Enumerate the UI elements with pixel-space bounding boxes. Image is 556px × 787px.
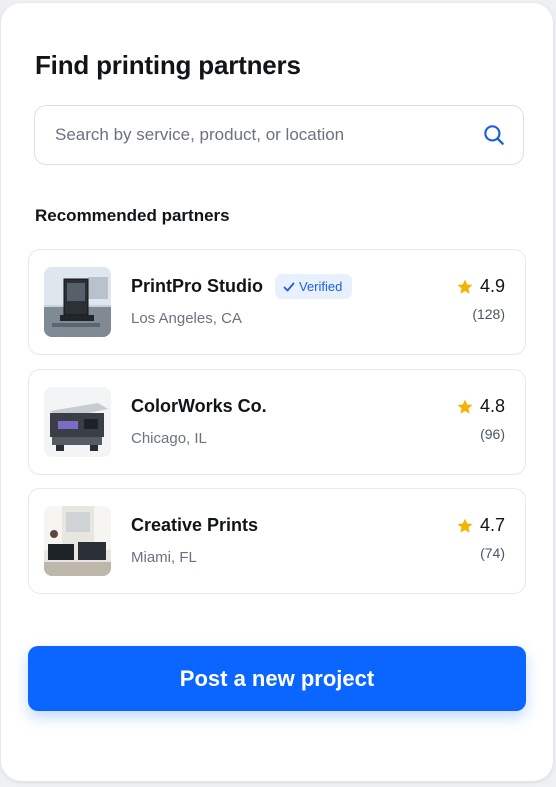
partner-card[interactable]: ColorWorks Co. Chicago, IL 4.8 (96)	[28, 369, 526, 475]
star-icon	[457, 399, 473, 414]
partner-name: Creative Prints	[131, 515, 259, 535]
star-icon	[457, 279, 473, 294]
partner-card[interactable]: Creative Prints Miami, FL 4.7 (74)	[28, 488, 526, 594]
page-title: Find printing partners	[35, 50, 301, 80]
review-count: (128)	[472, 306, 505, 322]
review-count: (74)	[480, 545, 505, 561]
verified-badge: Verified	[275, 274, 353, 299]
inkjet-printer-image	[44, 387, 111, 457]
partner-card[interactable]: PrintPro Studio Verified Los Angeles, CA…	[28, 249, 526, 355]
partner-rating: 4.9	[456, 276, 505, 297]
star-icon	[457, 518, 473, 533]
partner-finder-card: Find printing partners Recommended partn…	[1, 3, 553, 781]
partner-location: Miami, FL	[131, 549, 197, 566]
review-count: (96)	[480, 426, 505, 442]
partner-rating: 4.7	[456, 515, 505, 536]
rating-value: 4.8	[479, 396, 505, 416]
search-input[interactable]	[55, 106, 475, 163]
check-icon	[283, 282, 295, 291]
partner-rating: 4.8	[456, 396, 505, 417]
rating-value: 4.7	[479, 515, 505, 535]
3d-printer-image	[44, 267, 111, 337]
rating-value: 4.9	[479, 276, 505, 296]
search-box[interactable]	[34, 105, 524, 165]
section-title: Recommended partners	[35, 206, 230, 225]
partner-location: Los Angeles, CA	[131, 310, 242, 327]
verified-label: Verified	[299, 279, 343, 294]
search-icon[interactable]	[481, 122, 507, 148]
partner-name: ColorWorks Co.	[131, 396, 267, 416]
partner-location: Chicago, IL	[131, 430, 207, 447]
post-project-button[interactable]: Post a new project	[28, 646, 526, 711]
print-studio-image	[44, 506, 111, 576]
partner-name: PrintPro Studio	[131, 276, 263, 296]
